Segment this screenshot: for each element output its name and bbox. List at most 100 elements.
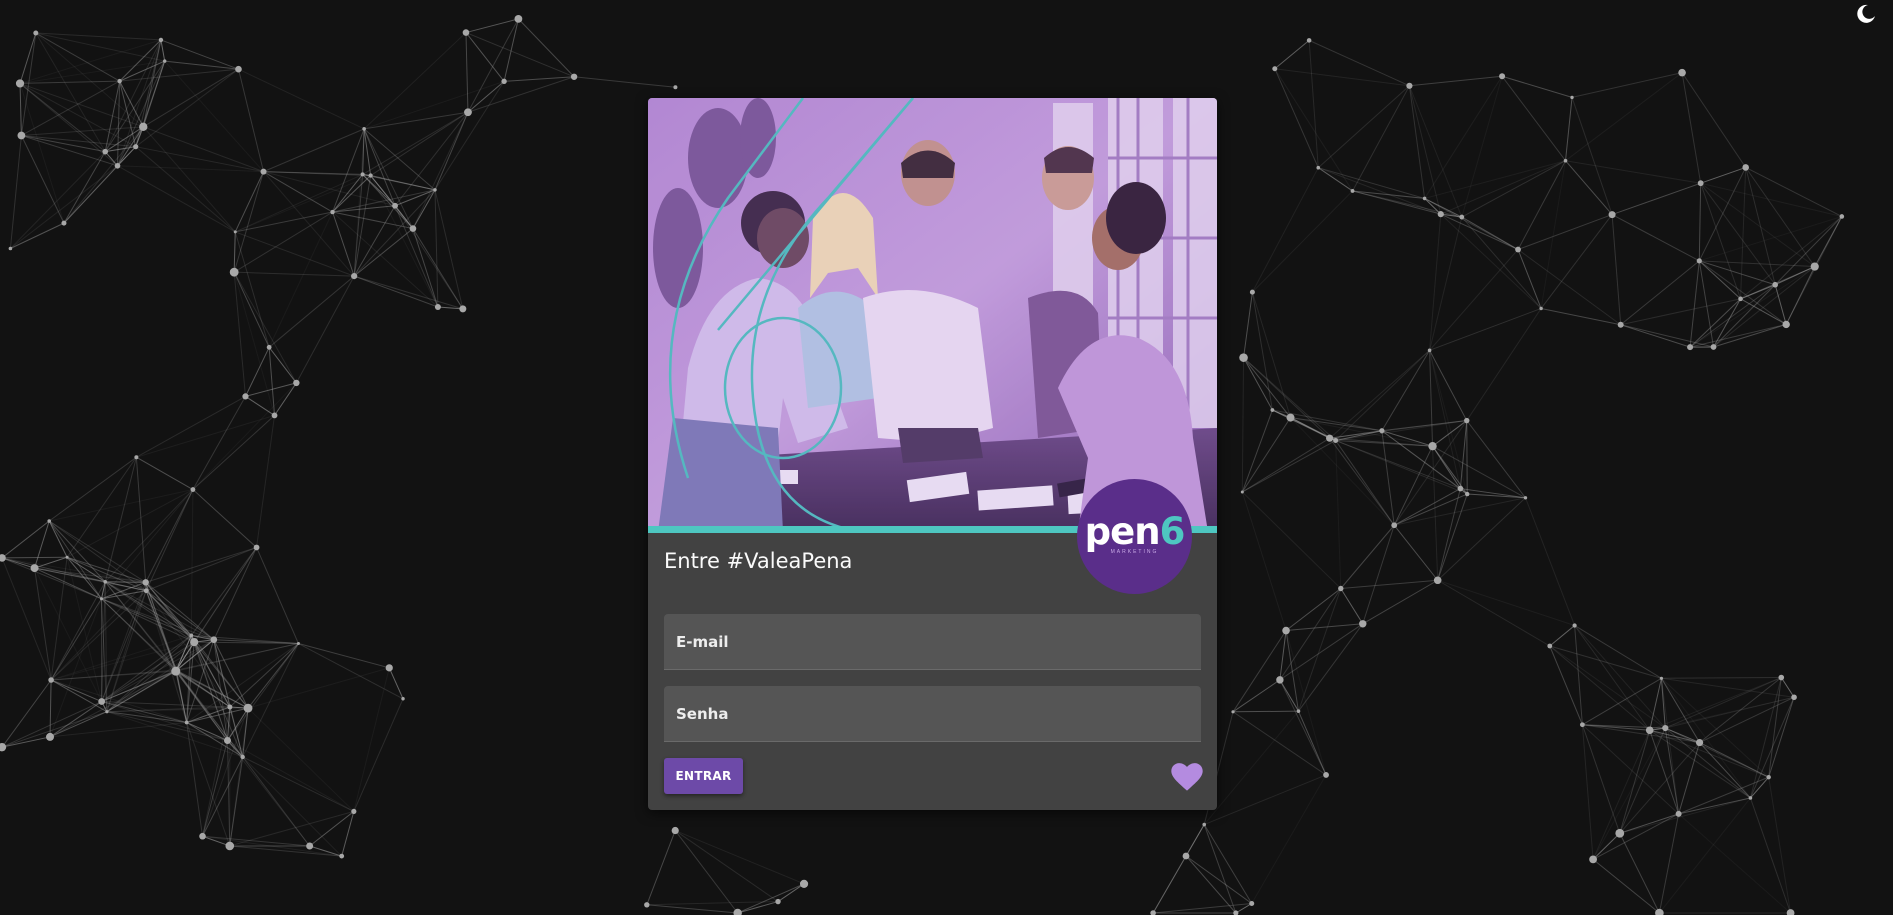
network-link bbox=[1571, 97, 1613, 215]
password-field[interactable] bbox=[664, 686, 1201, 741]
network-link bbox=[19, 82, 144, 128]
network-link bbox=[1432, 445, 1526, 499]
network-link bbox=[1429, 350, 1434, 447]
network-link bbox=[1409, 75, 1503, 87]
brand-logo-text: pen6 bbox=[1084, 509, 1186, 553]
network-link bbox=[1574, 625, 1666, 729]
network-link bbox=[117, 165, 264, 173]
network-node bbox=[199, 832, 206, 840]
network-link bbox=[363, 128, 414, 229]
network-link bbox=[1461, 216, 1542, 309]
network-node bbox=[1579, 722, 1585, 728]
network-node bbox=[1249, 900, 1255, 906]
network-node bbox=[1323, 772, 1329, 778]
network-node bbox=[775, 898, 781, 905]
network-node bbox=[227, 704, 233, 710]
network-link bbox=[263, 128, 365, 173]
network-link bbox=[34, 520, 50, 569]
network-link bbox=[1285, 588, 1342, 631]
network-link bbox=[1440, 213, 1542, 309]
network-node bbox=[1563, 158, 1568, 163]
network-link bbox=[332, 205, 396, 213]
network-link bbox=[1574, 625, 1662, 679]
network-node bbox=[1742, 164, 1749, 171]
network-link bbox=[1340, 579, 1438, 590]
network-link bbox=[434, 189, 439, 308]
network-link bbox=[518, 18, 575, 78]
network-link bbox=[1251, 774, 1327, 904]
network-node bbox=[47, 519, 52, 523]
network-link bbox=[1251, 167, 1319, 293]
network-link bbox=[1285, 630, 1299, 712]
network-node bbox=[1696, 258, 1702, 264]
network-link bbox=[1362, 579, 1438, 625]
favorite-button[interactable] bbox=[1170, 762, 1204, 792]
network-link bbox=[1352, 190, 1462, 218]
network-node bbox=[1338, 585, 1344, 592]
network-link bbox=[175, 669, 244, 758]
network-link bbox=[295, 275, 355, 384]
network-node bbox=[1810, 262, 1819, 271]
network-node bbox=[1523, 496, 1528, 500]
network-node bbox=[1464, 417, 1470, 424]
network-link bbox=[1565, 160, 1613, 215]
network-node bbox=[260, 168, 267, 175]
network-link bbox=[1461, 216, 1519, 250]
network-link bbox=[1611, 182, 1701, 216]
network-link bbox=[1318, 167, 1425, 199]
network-link bbox=[192, 489, 257, 548]
network-link bbox=[19, 32, 37, 84]
network-link bbox=[235, 231, 355, 277]
network-link bbox=[370, 175, 439, 308]
login-button[interactable]: ENTRAR bbox=[664, 758, 743, 794]
network-node bbox=[1391, 522, 1398, 529]
network-link bbox=[1429, 307, 1542, 351]
network-link bbox=[1340, 588, 1364, 625]
network-node bbox=[464, 108, 472, 117]
network-node bbox=[1249, 289, 1255, 295]
network-link bbox=[1429, 350, 1468, 421]
network-link bbox=[309, 811, 355, 847]
network-link bbox=[242, 756, 355, 812]
network-link bbox=[298, 643, 390, 669]
network-link bbox=[1317, 85, 1410, 169]
network-link bbox=[1540, 214, 1613, 309]
network-node bbox=[1326, 434, 1334, 442]
network-link bbox=[66, 489, 194, 558]
network-node bbox=[1589, 855, 1597, 864]
network-link bbox=[1243, 357, 1291, 418]
network-link bbox=[20, 135, 65, 224]
network-link bbox=[233, 271, 297, 384]
network-node bbox=[1570, 95, 1574, 100]
network-link bbox=[49, 711, 108, 738]
network-link bbox=[145, 547, 257, 583]
network-link bbox=[1768, 677, 1782, 778]
network-link bbox=[1185, 855, 1253, 904]
network-link bbox=[66, 557, 103, 702]
network-link bbox=[1381, 350, 1431, 431]
network-link bbox=[465, 32, 575, 78]
network-link bbox=[1549, 625, 1575, 647]
network-link bbox=[1317, 167, 1353, 192]
network-node bbox=[1772, 281, 1778, 288]
network-node bbox=[671, 826, 679, 835]
network-link bbox=[1352, 85, 1410, 192]
theme-toggle-button[interactable] bbox=[1852, 2, 1880, 26]
email-field[interactable] bbox=[664, 614, 1201, 669]
network-link bbox=[298, 643, 404, 700]
network-node bbox=[1697, 180, 1704, 187]
network-link bbox=[268, 275, 355, 348]
network-node bbox=[190, 487, 196, 492]
network-link bbox=[1699, 677, 1782, 743]
network-link bbox=[49, 701, 102, 738]
network-link bbox=[1, 556, 68, 559]
network-link bbox=[1745, 167, 1776, 285]
network-link bbox=[341, 811, 355, 857]
heart-icon bbox=[1171, 763, 1203, 791]
network-link bbox=[1565, 160, 1701, 184]
network-node bbox=[65, 555, 69, 559]
network-link bbox=[263, 171, 371, 177]
network-link bbox=[1592, 832, 1621, 860]
network-node bbox=[514, 14, 523, 23]
network-node bbox=[240, 754, 245, 760]
